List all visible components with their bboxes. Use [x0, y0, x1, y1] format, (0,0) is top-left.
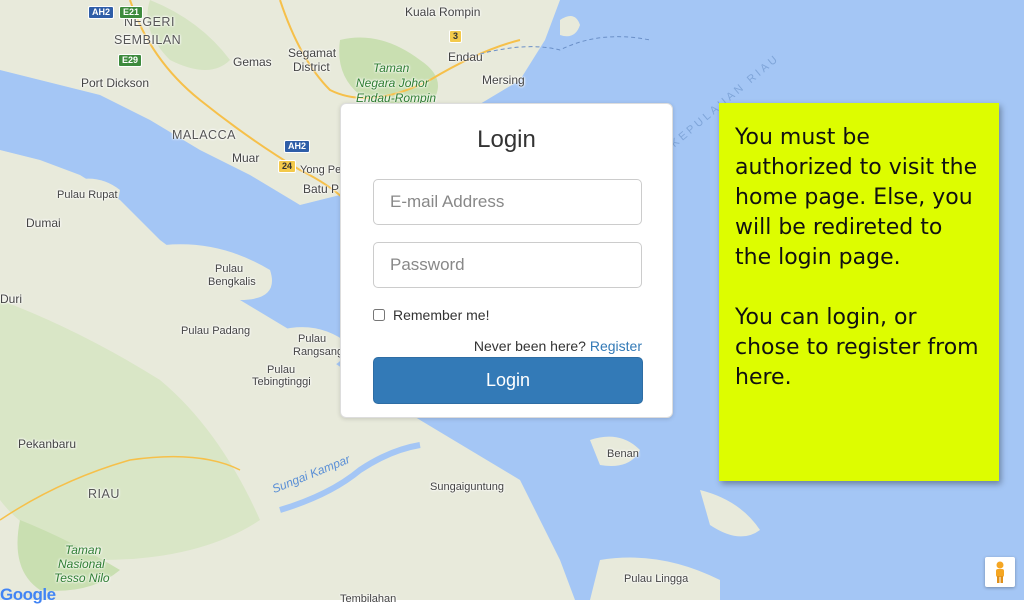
map-label-pulau-tebingtinggi-2: Tebingtinggi — [252, 376, 311, 388]
map-label-batu-pahat: Batu P — [303, 182, 340, 196]
highway-shield-24: 24 — [278, 160, 297, 173]
map-label-sembilan: SEMBILAN — [114, 33, 182, 47]
map-label-pekanbaru: Pekanbaru — [18, 437, 77, 451]
map-label-gemas: Gemas — [233, 55, 272, 69]
info-note: You must be authorized to visit the home… — [719, 103, 999, 481]
register-row: Never been here? Register — [474, 338, 642, 354]
password-field[interactable] — [373, 242, 642, 288]
map-label-pulau-bengkalis-1: Pulau — [215, 263, 244, 275]
note-paragraph-register: You can login, or chose to register from… — [735, 305, 979, 390]
map-label-pulau-lingga: Pulau Lingga — [624, 573, 689, 585]
login-button[interactable]: Login — [373, 357, 643, 404]
map-label-port-dickson: Port Dickson — [81, 76, 150, 90]
map-label-pulau-rangsang-2: Rangsang — [293, 346, 344, 358]
map-label-pulau-rangsang-1: Pulau — [298, 333, 327, 345]
highway-shield-e21: E21 — [119, 6, 144, 19]
remember-me-checkbox[interactable] — [373, 309, 385, 321]
email-field[interactable] — [373, 179, 642, 225]
login-title: Login — [477, 126, 536, 153]
register-prompt: Never been here? — [473, 338, 586, 354]
map-label-mersing: Mersing — [482, 73, 525, 87]
map-label-taman-nasional-3: Tesso Nilo — [54, 571, 110, 585]
map-label-dumai: Dumai — [26, 216, 61, 230]
map-label-pulau-padang: Pulau Padang — [181, 325, 251, 337]
map-label-endau: Endau — [448, 50, 483, 64]
map-label-muar: Muar — [232, 151, 260, 165]
map-label-kuala-rompin: Kuala Rompin — [405, 5, 481, 19]
map-label-tembilahan: Tembilahan — [340, 593, 397, 605]
map-label-segamat: Segamat — [288, 46, 337, 60]
map-label-riau: RIAU — [88, 487, 120, 501]
map-label-malacca: MALACCA — [172, 128, 236, 142]
highway-shield-e29: E29 — [118, 54, 143, 67]
map-label-benan: Benan — [607, 448, 639, 460]
remember-me-label: Remember me! — [393, 307, 490, 323]
pegman-button[interactable] — [985, 557, 1015, 587]
map-label-negara-johor: Negara Johor — [356, 76, 429, 90]
google-logo[interactable]: Google — [0, 585, 56, 605]
login-panel: Login Remember me! Never been here? Regi… — [340, 103, 673, 418]
map-label-taman: Taman — [373, 61, 410, 75]
map-label-district: District — [293, 60, 330, 74]
map-label-duri: Duri — [0, 292, 23, 306]
highway-shield-ah2: AH2 — [88, 6, 115, 19]
remember-me-row[interactable]: Remember me! — [373, 307, 489, 323]
highway-shield-ah2-mid: AH2 — [284, 140, 311, 153]
note-paragraph-authorization: You must be authorized to visit the home… — [735, 125, 978, 270]
pegman-icon — [996, 561, 1004, 583]
map-label-taman-nasional-1: Taman — [65, 543, 102, 557]
map-label-pulau-bengkalis-2: Bengkalis — [208, 276, 256, 288]
map-label-sungaiguntung: Sungaiguntung — [430, 481, 505, 493]
highway-shield-3: 3 — [449, 30, 463, 43]
map-label-taman-nasional-2: Nasional — [58, 557, 105, 571]
register-link[interactable]: Register — [590, 338, 642, 354]
map-label-pulau-rupat: Pulau Rupat — [57, 189, 118, 201]
map-label-yong-peng: Yong Pe — [300, 164, 342, 176]
